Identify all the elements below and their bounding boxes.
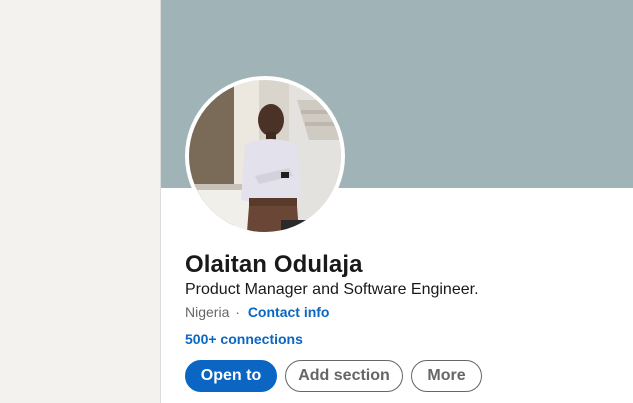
connections-row: 500+ connections <box>185 331 303 347</box>
profile-headline: Product Manager and Software Engineer. <box>185 281 479 298</box>
profile-photo <box>189 80 341 232</box>
profile-meta-row: Nigeria · Contact info <box>185 304 329 320</box>
meta-separator: · <box>235 304 240 320</box>
profile-location: Nigeria <box>185 304 230 320</box>
more-button[interactable]: More <box>411 360 482 392</box>
contact-info-link[interactable]: Contact info <box>248 304 330 320</box>
profile-name: Olaitan Odulaja <box>185 251 363 278</box>
connections-link[interactable]: 500+ connections <box>185 331 303 347</box>
open-to-button[interactable]: Open to <box>185 360 277 392</box>
avatar[interactable] <box>185 76 345 236</box>
add-section-button[interactable]: Add section <box>285 360 403 392</box>
profile-photo-illustration <box>189 80 341 232</box>
profile-card: Olaitan Odulaja Product Manager and Soft… <box>160 0 633 403</box>
left-gutter <box>0 0 160 403</box>
